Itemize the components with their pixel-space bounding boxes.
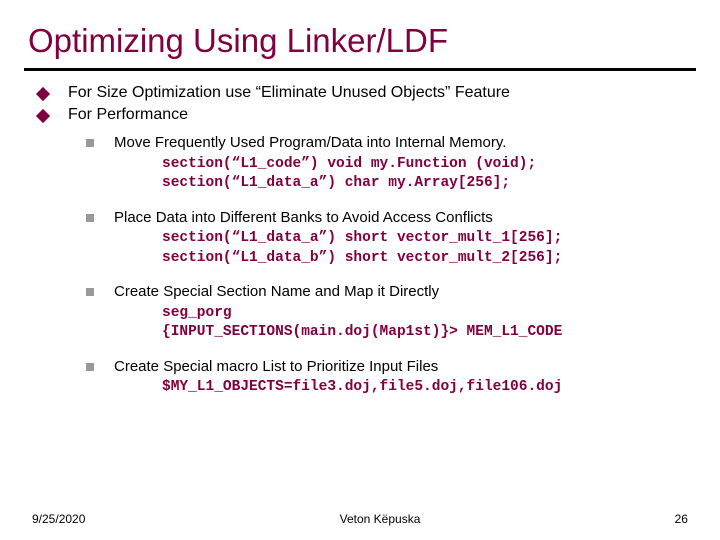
sub-item: Move Frequently Used Program/Data into I… (86, 133, 692, 153)
square-icon (86, 288, 94, 296)
sub-item: Create Special macro List to Prioritize … (86, 357, 692, 377)
sub-text: Place Data into Different Banks to Avoid… (114, 208, 493, 228)
slide-title: Optimizing Using Linker/LDF (0, 0, 720, 68)
code-block: section(“L1_data_a”) short vector_mult_1… (86, 229, 692, 268)
footer: 9/25/2020 Veton Këpuska 26 (0, 512, 720, 526)
sub-item: Create Special Section Name and Map it D… (86, 282, 692, 302)
footer-author: Veton Këpuska (340, 512, 421, 526)
sub-item: Place Data into Different Banks to Avoid… (86, 208, 692, 228)
code-block: section(“L1_code”) void my.Function (voi… (86, 155, 692, 194)
title-rule (24, 68, 696, 71)
bullet-text: For Performance (68, 105, 188, 125)
square-icon (86, 214, 94, 222)
footer-page: 26 (675, 512, 688, 526)
footer-date: 9/25/2020 (32, 512, 85, 526)
bullet-item: For Size Optimization use “Eliminate Unu… (38, 83, 692, 103)
sub-text: Create Special Section Name and Map it D… (114, 282, 439, 302)
diamond-icon (36, 109, 50, 123)
bullet-item: For Performance (38, 105, 692, 125)
bullet-text: For Size Optimization use “Eliminate Unu… (68, 83, 510, 103)
code-block: seg_porg {INPUT_SECTIONS(main.doj(Map1st… (86, 304, 692, 343)
diamond-icon (36, 87, 50, 101)
code-block: $MY_L1_OBJECTS=file3.doj,file5.doj,file1… (86, 378, 692, 398)
square-icon (86, 363, 94, 371)
sub-text: Move Frequently Used Program/Data into I… (114, 133, 506, 153)
sub-list: Move Frequently Used Program/Data into I… (38, 127, 692, 398)
content-area: For Size Optimization use “Eliminate Unu… (0, 83, 720, 398)
sub-text: Create Special macro List to Prioritize … (114, 357, 438, 377)
square-icon (86, 139, 94, 147)
